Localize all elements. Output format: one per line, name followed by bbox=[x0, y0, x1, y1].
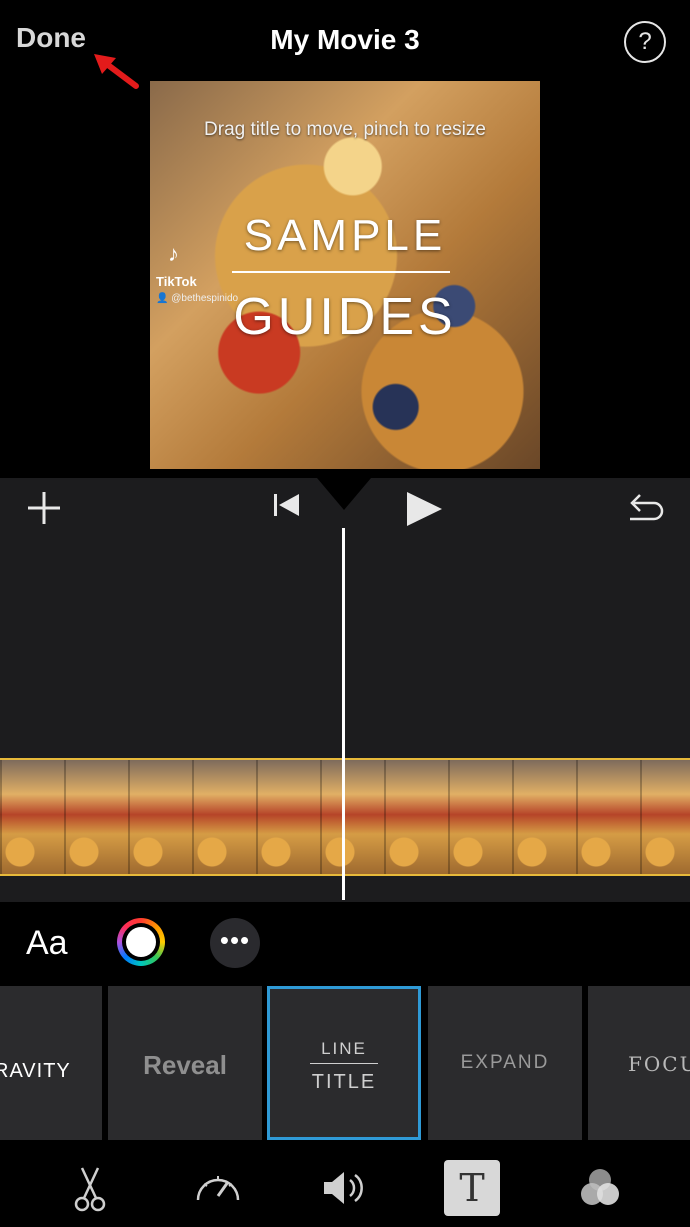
font-button[interactable]: Aa bbox=[26, 924, 68, 963]
undo-icon[interactable] bbox=[624, 489, 666, 529]
scissors-icon[interactable] bbox=[62, 1160, 118, 1216]
title-text-line2[interactable]: GUIDES bbox=[150, 287, 540, 347]
color-swatch bbox=[126, 927, 156, 957]
rewind-icon[interactable] bbox=[271, 490, 303, 522]
title-style-label-top: LINE bbox=[321, 1039, 367, 1058]
title-divider-line bbox=[232, 271, 450, 273]
title-hint: Drag title to move, pinch to resize bbox=[204, 119, 486, 140]
title-style-reveal[interactable]: Reveal bbox=[108, 986, 262, 1140]
title-style-label: EXPAND bbox=[460, 1052, 550, 1073]
playhead[interactable] bbox=[342, 528, 345, 900]
title-style-label: FOCU bbox=[628, 1052, 690, 1076]
volume-icon[interactable] bbox=[316, 1160, 372, 1216]
title-style-focus[interactable]: FOCU bbox=[588, 986, 690, 1140]
speed-icon[interactable] bbox=[190, 1160, 246, 1216]
annotation-arrow-icon bbox=[94, 54, 139, 89]
title-style-expand[interactable]: EXPAND bbox=[428, 986, 582, 1140]
title-style-label-bottom: TITLE bbox=[311, 1071, 377, 1093]
help-button[interactable]: ? bbox=[624, 21, 666, 63]
playhead-notch bbox=[317, 478, 371, 510]
title-style-label: Reveal bbox=[143, 1050, 227, 1080]
title-text-line1[interactable]: SAMPLE bbox=[150, 211, 540, 261]
plus-icon[interactable] bbox=[24, 488, 64, 528]
more-options-button[interactable]: ••• bbox=[210, 918, 260, 968]
filters-icon[interactable] bbox=[572, 1160, 628, 1216]
titles-icon[interactable]: T bbox=[444, 1160, 500, 1216]
titles-icon-glyph: T bbox=[459, 1166, 485, 1210]
title-style-gravity[interactable]: RAVITY bbox=[0, 986, 102, 1140]
video-preview[interactable]: ♪ TikTok 👤 @bethespinido Drag title to m… bbox=[150, 81, 540, 469]
title-style-label: RAVITY bbox=[0, 1060, 71, 1082]
title-style-divider bbox=[310, 1063, 378, 1064]
color-picker-button[interactable] bbox=[117, 918, 165, 966]
play-icon[interactable] bbox=[404, 490, 444, 530]
project-title: My Movie 3 bbox=[270, 24, 420, 55]
title-style-line-title[interactable]: LINE TITLE bbox=[267, 986, 421, 1140]
video-clip-strip[interactable] bbox=[0, 758, 690, 876]
